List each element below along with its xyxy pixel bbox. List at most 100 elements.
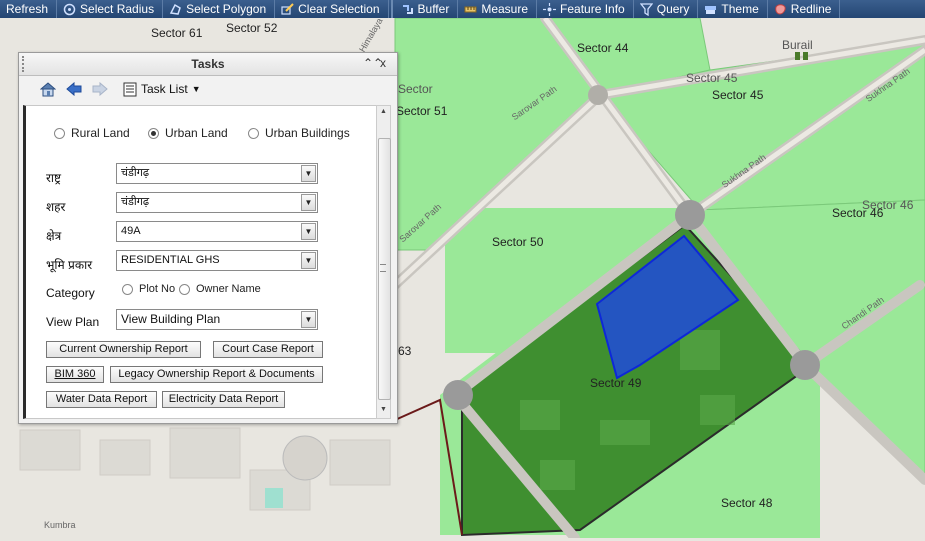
map-label-kumbra: Kumbra <box>44 520 76 530</box>
bhoomi-prakar-select[interactable]: RESIDENTIAL GHS ▼ <box>116 250 318 271</box>
rashtra-value: चंडीगढ़ <box>121 167 150 179</box>
toolbar-separator <box>390 0 393 18</box>
radio-urban-land[interactable]: Urban Land <box>148 126 228 140</box>
roundabout <box>443 380 473 410</box>
map-label-burail: Burail <box>782 38 813 52</box>
back-button[interactable] <box>65 80 83 98</box>
water-data-report-button[interactable]: Water Data Report <box>46 391 157 408</box>
electricity-data-report-button[interactable]: Electricity Data Report <box>162 391 285 408</box>
view-plan-select[interactable]: View Building Plan ▼ <box>116 309 318 330</box>
view-plan-value: View Building Plan <box>121 312 221 326</box>
tasks-panel: Tasks ⌃⌃ x Task List ▼ Rural Land Urban … <box>18 52 398 424</box>
tasks-nav: Task List ▼ <box>19 76 397 102</box>
chevron-down-icon[interactable]: ▼ <box>301 194 316 211</box>
map-label-sector-45: Sector 45 <box>712 88 764 102</box>
toolbar-label-measure: Measure <box>481 2 529 16</box>
pool <box>265 488 283 508</box>
radio-plot-no[interactable]: Plot No <box>122 283 175 295</box>
radio-owner-name[interactable]: Owner Name <box>179 283 261 295</box>
redline-icon <box>775 3 786 15</box>
radio-urban-buildings[interactable]: Urban Buildings <box>248 126 350 140</box>
task-list-menu[interactable]: Task List ▼ <box>123 82 201 97</box>
select-radius-button[interactable]: Select Radius <box>57 0 164 18</box>
toolbar-label-clear-selection: Clear Selection <box>298 2 380 16</box>
current-ownership-report-button[interactable]: Current Ownership Report <box>46 341 201 358</box>
radio-button[interactable] <box>179 283 190 295</box>
court-case-report-button[interactable]: Court Case Report <box>213 341 323 358</box>
measure-icon <box>464 6 477 12</box>
field-label-kshetra: क्षेत्र <box>46 229 62 243</box>
forward-button[interactable] <box>91 80 109 98</box>
select-polygon-button[interactable]: Select Polygon <box>163 0 276 18</box>
category-label: Category <box>46 286 95 300</box>
radio-label-owner-name: Owner Name <box>196 283 261 295</box>
toolbar-label-redline: Redline <box>790 2 832 16</box>
home-button[interactable] <box>39 80 57 98</box>
tasks-titlebar[interactable]: Tasks ⌃⌃ x <box>19 53 397 76</box>
map-label-sector-49: Sector 49 <box>590 376 642 390</box>
map-label-sector-46: Sector 46 <box>832 206 884 220</box>
toolbar-label-theme: Theme <box>721 2 759 16</box>
toolbar-label-query: Query <box>656 2 690 16</box>
redline-button[interactable]: Redline <box>768 0 841 18</box>
chevron-down-icon[interactable]: ▼ <box>301 311 316 328</box>
radio-label-urban-land: Urban Land <box>165 126 228 140</box>
kshetra-select[interactable]: 49A ▼ <box>116 221 318 242</box>
close-icon[interactable]: x <box>380 56 386 70</box>
feature-info-button[interactable]: Feature Info <box>537 0 634 18</box>
select-polygon-icon <box>169 3 181 15</box>
map-label-sector-faded: Sector <box>398 82 433 96</box>
shahar-select[interactable]: चंडीगढ़ ▼ <box>116 192 318 213</box>
tasks-title: Tasks <box>191 57 225 71</box>
map-label-sector-48: Sector 48 <box>721 496 773 510</box>
clear-selection-icon <box>281 2 294 15</box>
rashtra-select[interactable]: चंडीगढ़ ▼ <box>116 163 318 184</box>
map-label-sector-44: Sector 44 <box>577 41 629 55</box>
map-label-sector-51: Sector 51 <box>396 104 448 118</box>
water-data-report-label: Water Data Report <box>55 393 148 405</box>
legacy-ownership-report-button[interactable]: Legacy Ownership Report & Documents <box>110 366 323 383</box>
shahar-value: चंडीगढ़ <box>121 196 150 208</box>
scroll-grip <box>380 264 386 272</box>
tasks-content: Rural Land Urban Land Urban Buildings रा… <box>23 105 379 419</box>
tasks-scrollbar[interactable]: ▲ ▼ <box>376 105 391 419</box>
roundabout <box>675 200 705 230</box>
toolbar-label-select-polygon: Select Polygon <box>186 2 267 16</box>
feature-info-icon <box>543 2 557 16</box>
radio-label-rural-land: Rural Land <box>71 126 130 140</box>
map-label-sector-63: 63 <box>398 344 412 358</box>
radio-button[interactable] <box>148 127 159 139</box>
view-plan-label: View Plan <box>46 315 100 329</box>
court-case-report-label: Court Case Report <box>222 343 314 355</box>
buffer-icon <box>402 4 413 14</box>
theme-button[interactable]: Theme <box>698 0 768 18</box>
chevron-down-icon[interactable]: ▼ <box>301 223 316 240</box>
chevron-down-icon[interactable]: ▼ <box>301 252 316 269</box>
radio-button[interactable] <box>54 127 65 139</box>
field-label-bhoomi-prakar: भूमि प्रकार <box>46 258 93 272</box>
radio-button[interactable] <box>122 283 133 295</box>
electricity-data-report-label: Electricity Data Report <box>168 393 279 405</box>
toolbar-label-feature-info: Feature Info <box>560 2 625 16</box>
clear-selection-button[interactable]: Clear Selection <box>275 0 389 18</box>
refresh-button[interactable]: Refresh <box>0 0 58 18</box>
toolbar-label-buffer: Buffer <box>417 2 450 16</box>
radio-rural-land[interactable]: Rural Land <box>54 126 130 140</box>
home-icon <box>40 82 56 97</box>
scroll-up-icon[interactable]: ▲ <box>380 108 387 115</box>
bim-360-button[interactable]: BIM 360 <box>46 366 104 383</box>
theme-icon <box>705 5 717 14</box>
buffer-button[interactable]: Buffer <box>395 0 459 18</box>
radio-label-urban-buildings: Urban Buildings <box>265 126 350 140</box>
measure-button[interactable]: Measure <box>458 0 538 18</box>
field-label-shahar: शहर <box>46 200 66 214</box>
select-radius-icon <box>63 3 76 15</box>
scroll-down-icon[interactable]: ▼ <box>380 406 387 413</box>
radio-button[interactable] <box>248 127 259 139</box>
bim-360-label: BIM 360 <box>54 368 96 380</box>
stadium <box>282 435 328 481</box>
map-toolbar: Refresh Select Radius Select Polygon Cle… <box>0 0 925 18</box>
chevron-down-icon: ▼ <box>191 84 201 94</box>
query-button[interactable]: Query <box>634 0 699 18</box>
chevron-down-icon[interactable]: ▼ <box>301 165 316 182</box>
